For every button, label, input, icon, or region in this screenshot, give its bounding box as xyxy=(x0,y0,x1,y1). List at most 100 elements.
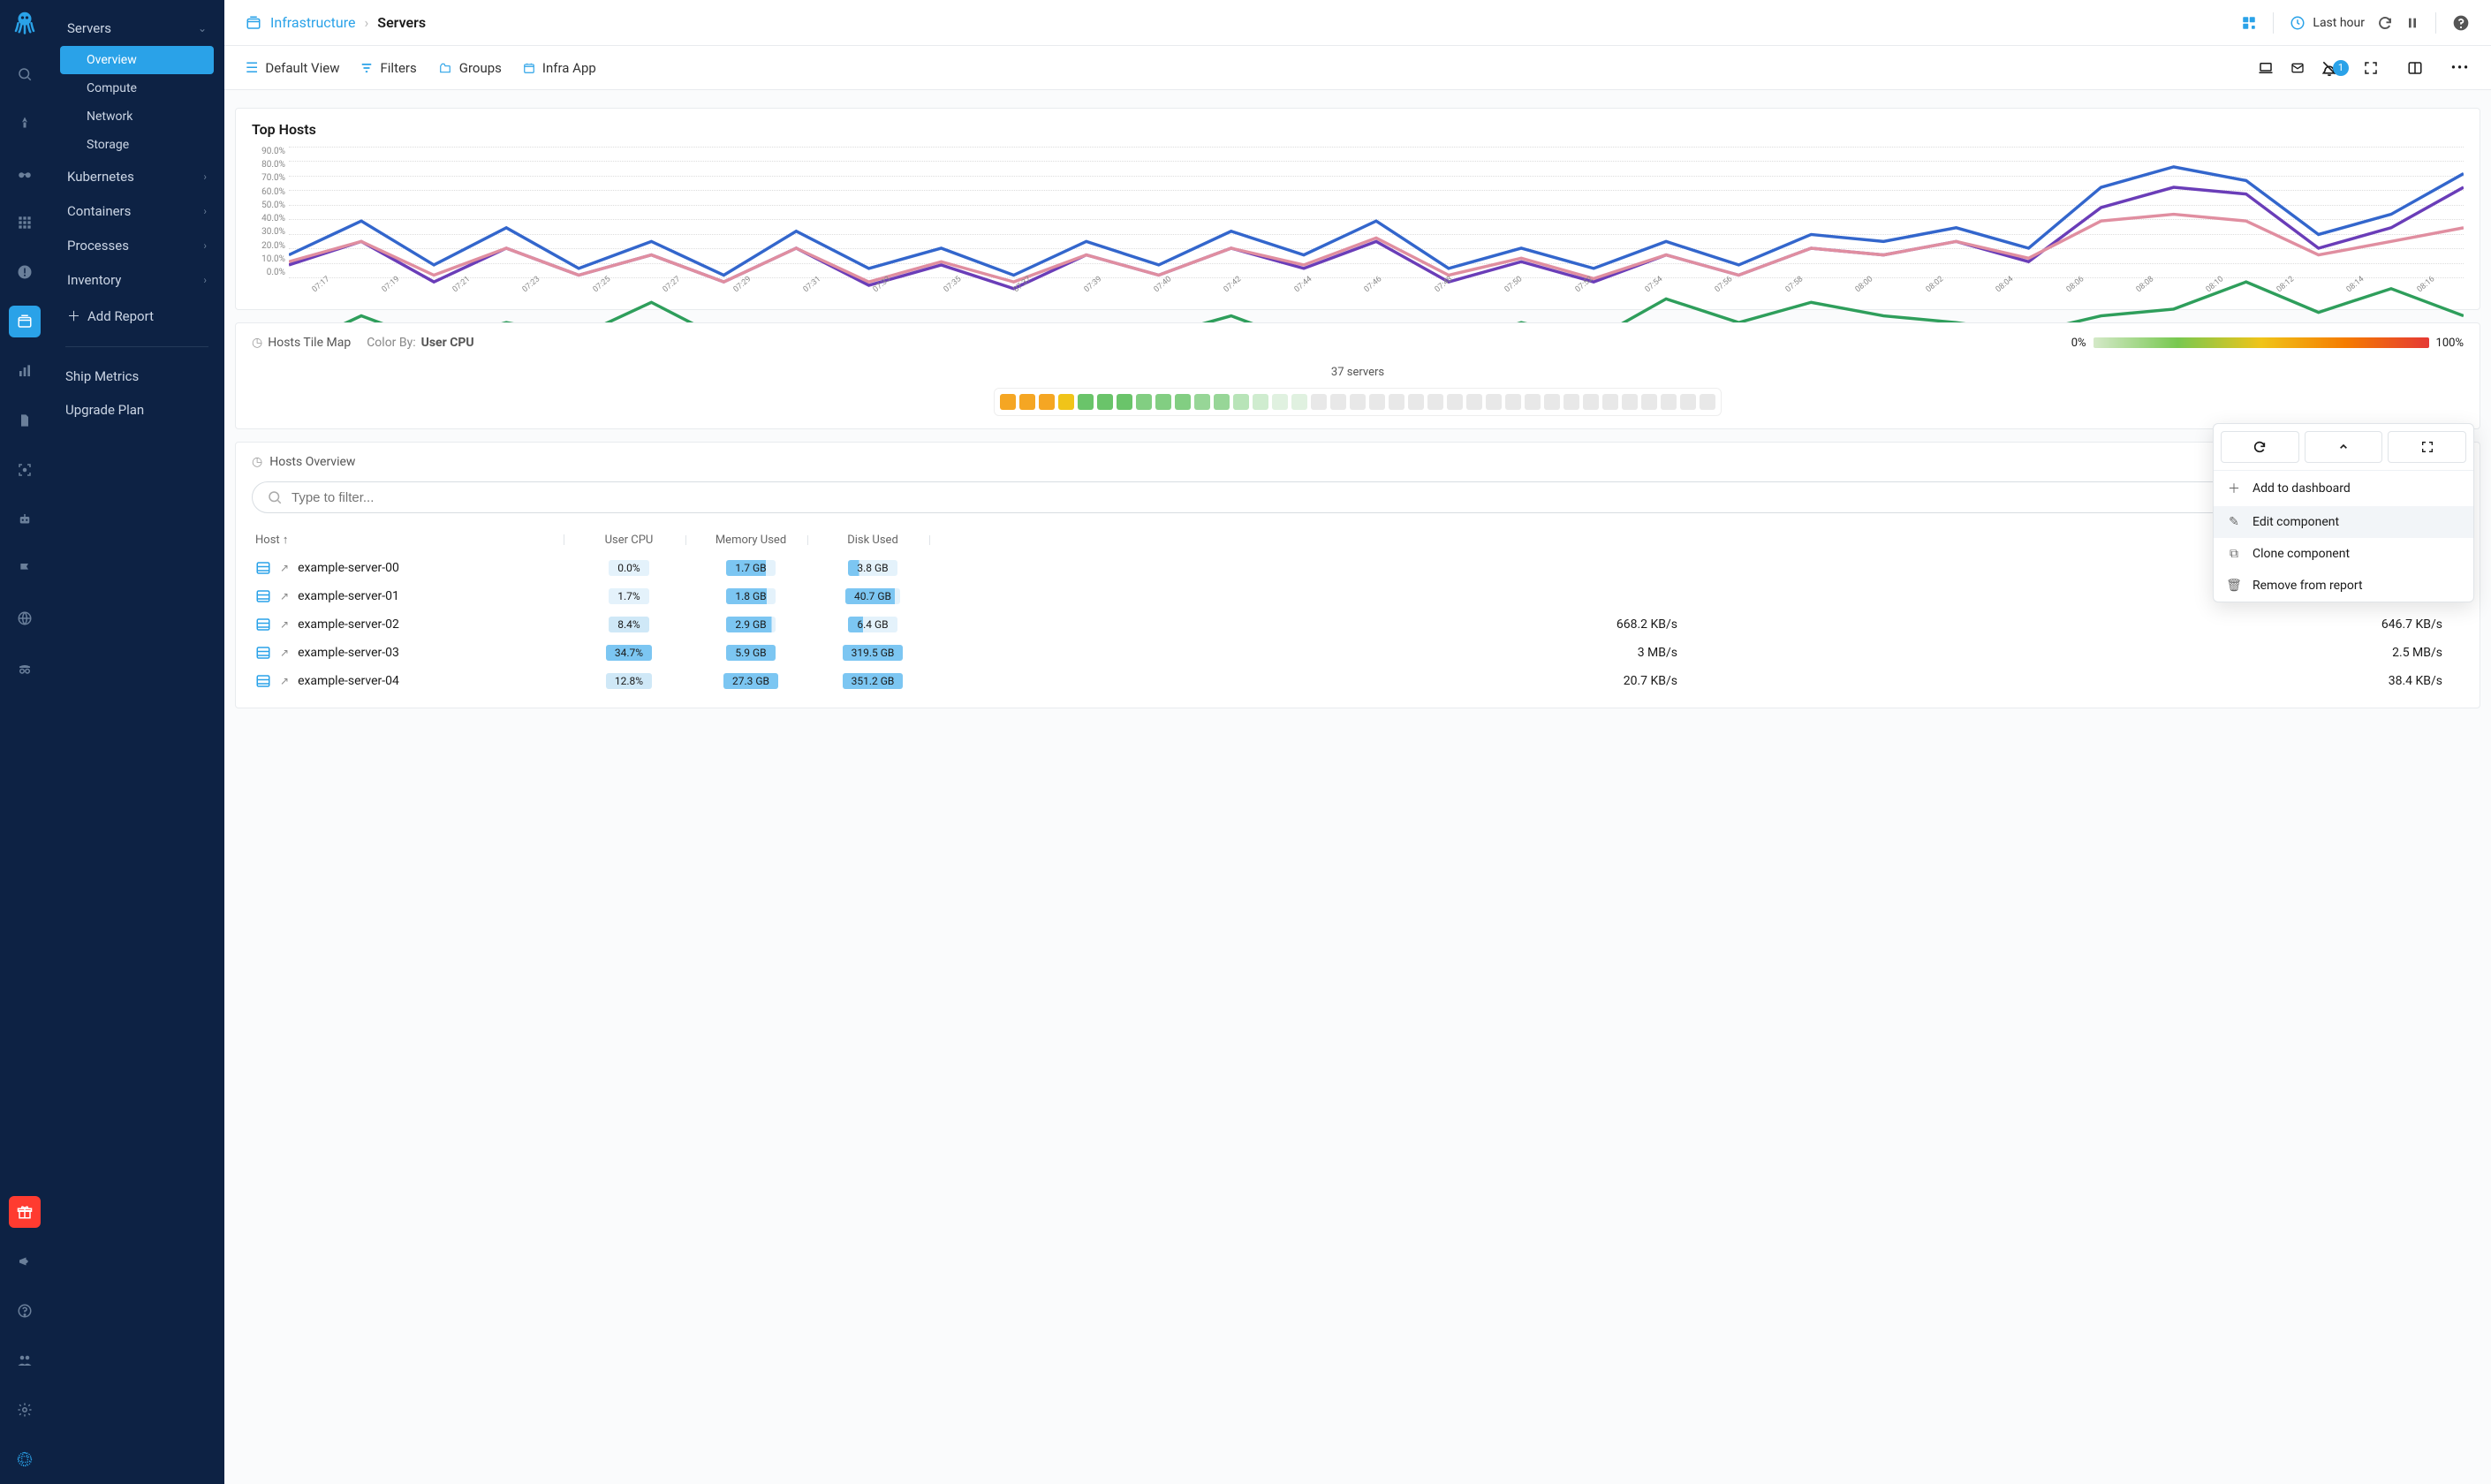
sidebar-item-compute[interactable]: Compute xyxy=(60,74,214,102)
link-upgrade-plan[interactable]: Upgrade Plan xyxy=(49,393,224,427)
tile[interactable] xyxy=(1583,394,1599,410)
infra-app[interactable]: Infra App xyxy=(523,60,596,76)
table-row[interactable]: ↗ example-server-01 1.7% 1.8 GB 40.7 GB xyxy=(252,582,2464,610)
nav-servers[interactable]: Servers ⌄ xyxy=(55,11,219,45)
tile[interactable] xyxy=(1311,394,1327,410)
pause-icon[interactable] xyxy=(2405,15,2419,31)
tile[interactable] xyxy=(1175,394,1191,410)
help-circle-icon[interactable] xyxy=(2452,14,2470,32)
tile[interactable] xyxy=(1272,394,1288,410)
tile[interactable] xyxy=(1039,394,1055,410)
tile[interactable] xyxy=(1700,394,1715,410)
sidebar-item-storage[interactable]: Storage xyxy=(60,131,214,159)
nav-kubernetes[interactable]: Kubernetes› xyxy=(55,160,219,193)
link-ship-metrics[interactable]: Ship Metrics xyxy=(49,360,224,393)
open-icon[interactable]: ↗ xyxy=(280,590,289,602)
tile[interactable] xyxy=(1447,394,1463,410)
laptop-icon[interactable] xyxy=(2257,60,2275,76)
globe2-icon[interactable] xyxy=(9,602,41,634)
alert-icon[interactable] xyxy=(9,256,41,288)
table-row[interactable]: ↗ example-server-02 8.4% 2.9 GB 6.4 GB 6… xyxy=(252,610,2464,639)
tile[interactable] xyxy=(1427,394,1443,410)
gift-icon[interactable] xyxy=(9,1196,41,1228)
col-header[interactable]: Memory Used xyxy=(693,534,808,547)
people-icon[interactable] xyxy=(9,1344,41,1376)
ctx-edit-component[interactable]: ✎Edit component xyxy=(2214,506,2473,538)
tile[interactable] xyxy=(1000,394,1016,410)
mail-icon[interactable] xyxy=(2289,61,2306,75)
table-row[interactable]: ↗ example-server-04 12.8% 27.3 GB 351.2 … xyxy=(252,667,2464,695)
nav-processes[interactable]: Processes› xyxy=(55,229,219,262)
breadcrumb-root[interactable]: Infrastructure xyxy=(270,14,355,31)
open-icon[interactable]: ↗ xyxy=(280,618,289,631)
tile[interactable] xyxy=(1369,394,1385,410)
refresh-icon[interactable] xyxy=(2377,15,2393,31)
help-icon[interactable] xyxy=(9,1295,41,1327)
document-icon[interactable] xyxy=(9,405,41,436)
filter-input[interactable] xyxy=(292,490,2449,505)
bot-icon[interactable] xyxy=(9,504,41,535)
more-icon[interactable]: ••• xyxy=(2451,61,2470,75)
tile[interactable] xyxy=(1097,394,1113,410)
fullscreen-icon[interactable] xyxy=(2363,60,2379,76)
tile[interactable] xyxy=(1078,394,1094,410)
tile[interactable] xyxy=(1680,394,1696,410)
tile[interactable] xyxy=(1350,394,1366,410)
tile[interactable] xyxy=(1253,394,1268,410)
tile[interactable] xyxy=(1486,394,1502,410)
nav-containers[interactable]: Containers› xyxy=(55,194,219,228)
filter-input-wrap[interactable] xyxy=(252,481,2464,513)
tile[interactable] xyxy=(1058,394,1074,410)
nav-inventory[interactable]: Inventory› xyxy=(55,263,219,297)
focus-icon[interactable] xyxy=(9,454,41,486)
col-header[interactable]: User CPU xyxy=(572,534,686,547)
tile[interactable] xyxy=(1019,394,1035,410)
tile[interactable] xyxy=(1233,394,1249,410)
tile[interactable] xyxy=(1408,394,1424,410)
tile[interactable] xyxy=(1505,394,1521,410)
default-view[interactable]: ☰Default View xyxy=(246,59,339,76)
tile[interactable] xyxy=(1214,394,1230,410)
tile[interactable] xyxy=(1544,394,1560,410)
split-icon[interactable] xyxy=(2407,60,2423,76)
tile[interactable] xyxy=(1117,394,1132,410)
table-row[interactable]: ↗ example-server-00 0.0% 1.7 GB 3.8 GB xyxy=(252,554,2464,582)
grid-icon[interactable] xyxy=(9,207,41,238)
tile[interactable] xyxy=(1564,394,1579,410)
infrastructure-icon[interactable] xyxy=(9,306,41,337)
filters[interactable]: Filters xyxy=(360,60,416,76)
open-icon[interactable]: ↗ xyxy=(280,647,289,659)
bell-off-icon[interactable]: 1 xyxy=(2321,59,2349,77)
ctx-clone-component[interactable]: ⧉Clone component xyxy=(2214,538,2473,570)
apps-icon[interactable] xyxy=(2241,15,2257,31)
incognito-icon[interactable] xyxy=(9,652,41,684)
add-report[interactable]: ＋ Add Report xyxy=(55,298,219,334)
ctx-fullscreen-button[interactable] xyxy=(2388,431,2466,463)
sidebar-item-overview[interactable]: Overview xyxy=(60,46,214,74)
tile[interactable] xyxy=(1602,394,1618,410)
tile[interactable] xyxy=(1622,394,1638,410)
tile[interactable] xyxy=(1291,394,1307,410)
binoculars-icon[interactable] xyxy=(9,157,41,189)
groups[interactable]: Groups xyxy=(438,60,502,76)
tile[interactable] xyxy=(1525,394,1541,410)
table-row[interactable]: ↗ example-server-03 34.7% 5.9 GB 319.5 G… xyxy=(252,639,2464,667)
tile[interactable] xyxy=(1641,394,1657,410)
ctx-collapse-button[interactable] xyxy=(2305,431,2383,463)
bar-chart-icon[interactable] xyxy=(9,355,41,387)
ctx-refresh-button[interactable] xyxy=(2221,431,2299,463)
rocket-icon[interactable] xyxy=(9,108,41,140)
search-icon[interactable] xyxy=(9,58,41,90)
ctx-add-to-dashboard[interactable]: ＋Add to dashboard xyxy=(2214,471,2473,506)
col-header[interactable]: Disk Used xyxy=(815,534,930,547)
tile[interactable] xyxy=(1466,394,1482,410)
tile[interactable] xyxy=(1330,394,1346,410)
open-icon[interactable]: ↗ xyxy=(280,562,289,574)
tile[interactable] xyxy=(1389,394,1404,410)
time-picker[interactable]: Last hour xyxy=(2290,15,2365,31)
flag-icon[interactable] xyxy=(9,553,41,585)
tile[interactable] xyxy=(1194,394,1210,410)
ctx-remove-from-report[interactable]: 🗑Remove from report xyxy=(2214,570,2473,602)
sidebar-item-network[interactable]: Network xyxy=(60,102,214,131)
open-icon[interactable]: ↗ xyxy=(280,675,289,687)
